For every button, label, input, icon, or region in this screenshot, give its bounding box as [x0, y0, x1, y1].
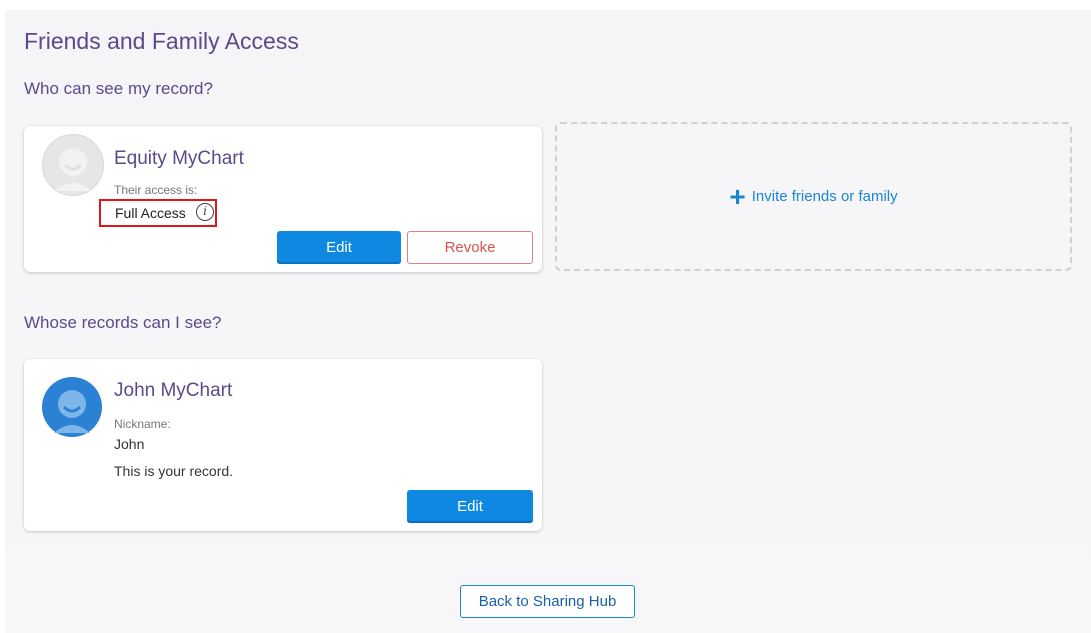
info-icon[interactable]: i	[196, 203, 214, 221]
back-to-sharing-hub-button[interactable]: Back to Sharing Hub	[460, 585, 635, 618]
access-label: Their access is:	[114, 183, 198, 197]
edit-button[interactable]: Edit	[277, 231, 401, 264]
proxy-name: Equity MyChart	[114, 148, 244, 169]
who-can-see-heading: Who can see my record?	[24, 79, 213, 98]
proxy-card-equity: Equity MyChart Their access is: Full Acc…	[24, 126, 542, 272]
invite-friends-button[interactable]: + Invite friends or family	[555, 122, 1072, 271]
edit-button[interactable]: Edit	[407, 490, 533, 523]
invite-content: + Invite friends or family	[729, 180, 898, 212]
plus-icon: +	[729, 180, 746, 212]
record-name: John MyChart	[114, 380, 233, 401]
revoke-button[interactable]: Revoke	[407, 231, 533, 264]
access-value: Full Access	[115, 205, 186, 221]
invite-label: Invite friends or family	[751, 188, 898, 205]
nickname-label: Nickname:	[114, 417, 171, 431]
page-title: Friends and Family Access	[24, 28, 299, 54]
friends-family-page: Friends and Family Access Who can see my…	[5, 10, 1091, 633]
avatar-placeholder-icon	[42, 134, 104, 196]
record-note: This is your record.	[114, 463, 234, 479]
whose-records-heading: Whose records can I see?	[24, 313, 222, 332]
avatar-icon	[42, 377, 102, 437]
record-card-john: John MyChart Nickname: John This is your…	[24, 359, 542, 531]
nickname-value: John	[114, 436, 145, 452]
